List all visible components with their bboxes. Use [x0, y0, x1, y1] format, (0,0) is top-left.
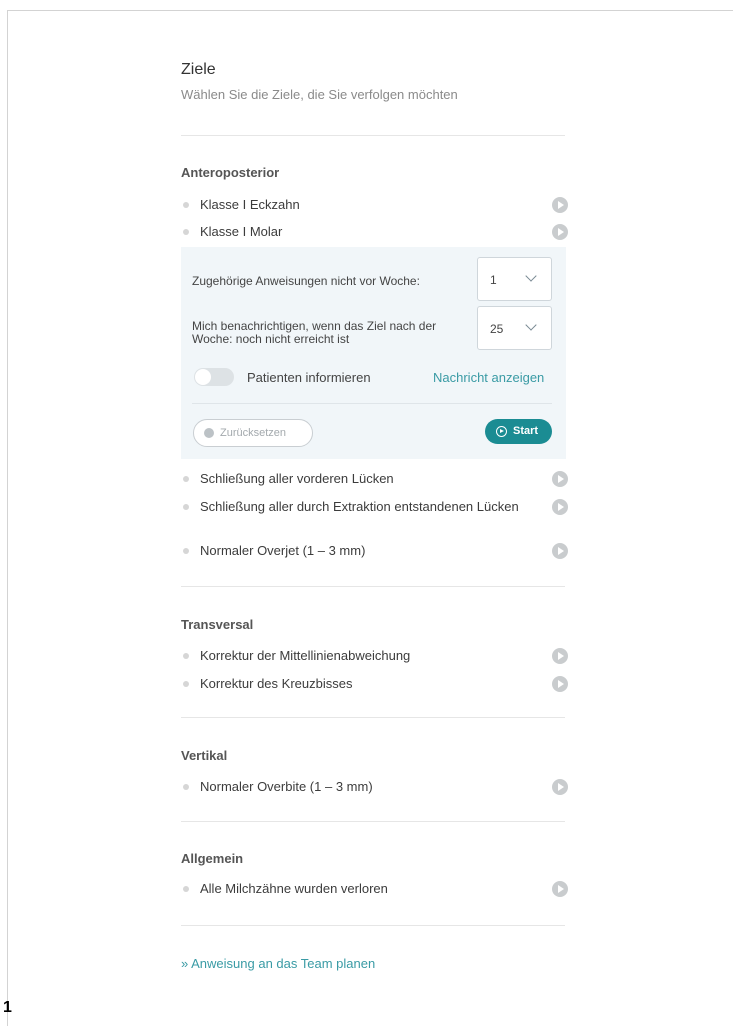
toggle-knob — [195, 369, 211, 385]
goal-label: Alle Milchzähne wurden verloren — [200, 881, 388, 896]
divider — [181, 586, 565, 587]
bullet-icon — [183, 784, 189, 790]
play-circle-icon[interactable] — [552, 779, 568, 795]
inform-patient-toggle[interactable] — [194, 368, 234, 386]
notify-week-value: 25 — [490, 322, 504, 336]
reset-icon — [204, 428, 214, 438]
divider — [181, 925, 565, 926]
bullet-icon — [183, 202, 189, 208]
start-label: Start — [513, 425, 539, 437]
goal-item[interactable]: Korrektur des Kreuzbisses — [181, 676, 568, 692]
goal-label: Schließung aller durch Extraktion entsta… — [200, 499, 519, 514]
divider — [192, 403, 552, 404]
plan-instruction-link[interactable]: » Anweisung an das Team planen — [181, 956, 375, 971]
play-circle-icon[interactable] — [552, 471, 568, 487]
chevron-down-icon — [525, 319, 537, 331]
start-button[interactable]: Start — [485, 419, 552, 444]
play-circle-icon[interactable] — [552, 676, 568, 692]
notify-label: Mich benachrichtigen, wenn das Ziel nach… — [192, 320, 436, 346]
week-label: Zugehörige Anweisungen nicht vor Woche: — [192, 274, 420, 288]
page-subtitle: Wählen Sie die Ziele, die Sie verfolgen … — [181, 87, 458, 102]
goals-panel: Ziele Wählen Sie die Ziele, die Sie verf… — [181, 58, 565, 102]
goal-label: Normaler Overbite (1 – 3 mm) — [200, 779, 373, 794]
goal-label: Korrektur der Mittellinienabweichung — [200, 648, 411, 663]
document-frame — [7, 10, 733, 1026]
bullet-icon — [183, 653, 189, 659]
notify-label-line2: Woche: noch nicht erreicht ist — [192, 332, 350, 346]
bullet-icon — [183, 229, 189, 235]
play-circle-icon — [496, 426, 507, 437]
bullet-icon — [183, 476, 189, 482]
goal-item[interactable]: Klasse I Eckzahn — [181, 197, 568, 213]
divider — [181, 135, 565, 136]
play-circle-icon[interactable] — [552, 197, 568, 213]
reset-button[interactable]: Zurücksetzen — [193, 419, 313, 447]
goal-label: Normaler Overjet (1 – 3 mm) — [200, 543, 366, 558]
goal-label: Klasse I Molar — [200, 224, 283, 239]
goal-item[interactable]: Schließung aller vorderen Lücken — [181, 471, 568, 487]
goal-label: Korrektur des Kreuzbisses — [200, 676, 353, 691]
section-title-vertikal: Vertikal — [181, 748, 228, 763]
section-title-anteroposterior: Anteroposterior — [181, 165, 280, 180]
goal-item[interactable]: Normaler Overbite (1 – 3 mm) — [181, 779, 568, 795]
goal-item[interactable]: Normaler Overjet (1 – 3 mm) — [181, 543, 568, 559]
divider — [181, 821, 565, 822]
bullet-icon — [183, 886, 189, 892]
show-message-link[interactable]: Nachricht anzeigen — [433, 370, 544, 385]
section-title-allgemein: Allgemein — [181, 851, 244, 866]
divider — [181, 717, 565, 718]
chevron-down-icon — [525, 270, 537, 282]
goal-settings-panel: Zugehörige Anweisungen nicht vor Woche: … — [181, 247, 566, 459]
goal-item-selected[interactable]: Klasse I Molar — [181, 224, 568, 240]
reset-label: Zurücksetzen — [220, 427, 287, 439]
play-circle-icon[interactable] — [552, 499, 568, 515]
page-title: Ziele — [181, 61, 216, 78]
week-select[interactable]: 1 — [477, 257, 552, 301]
page-number: 1 — [3, 999, 12, 1016]
goal-item[interactable]: Schließung aller durch Extraktion entsta… — [181, 499, 568, 515]
bullet-icon — [183, 548, 189, 554]
section-title-transversal: Transversal — [181, 617, 254, 632]
bullet-icon — [183, 504, 189, 510]
goal-item[interactable]: Korrektur der Mittellinienabweichung — [181, 648, 568, 664]
play-circle-icon[interactable] — [552, 543, 568, 559]
week-value: 1 — [490, 273, 497, 287]
goal-item[interactable]: Alle Milchzähne wurden verloren — [181, 881, 568, 897]
goal-label: Klasse I Eckzahn — [200, 197, 300, 212]
play-circle-icon[interactable] — [552, 224, 568, 240]
inform-patient-label: Patienten informieren — [247, 370, 371, 385]
play-circle-icon[interactable] — [552, 881, 568, 897]
goal-label: Schließung aller vorderen Lücken — [200, 471, 394, 486]
play-circle-icon[interactable] — [552, 648, 568, 664]
notify-week-select[interactable]: 25 — [477, 306, 552, 350]
bullet-icon — [183, 681, 189, 687]
